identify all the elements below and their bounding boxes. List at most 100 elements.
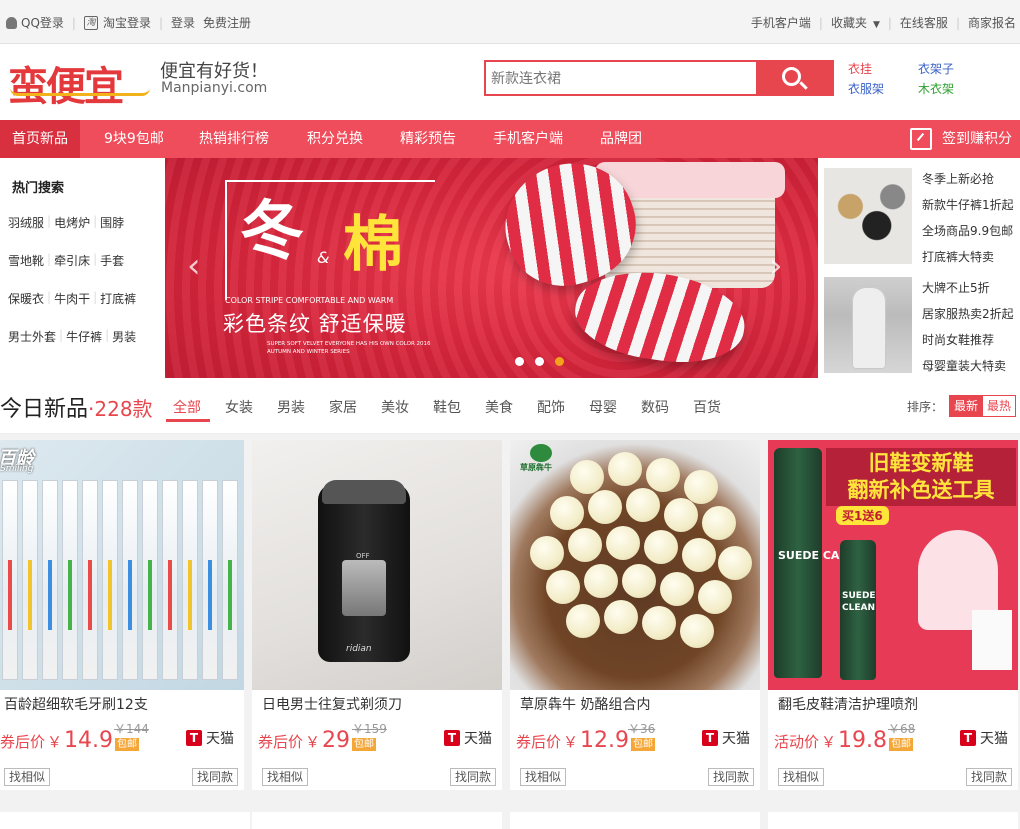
product-name[interactable]: 翻毛皮鞋清洁护理喷剂 <box>778 694 918 714</box>
nav-item-preview[interactable]: 精彩预告 <box>400 120 456 158</box>
banner-dot-active[interactable] <box>555 357 564 366</box>
tab-baby[interactable]: 母婴 <box>589 397 617 417</box>
tmall-icon: T <box>960 730 976 746</box>
site-logo[interactable]: 蛮便宜 <box>8 54 124 112</box>
promo-link[interactable]: 全场商品9.9包邮 <box>922 222 1013 239</box>
tab-women[interactable]: 女装 <box>225 397 253 417</box>
nav-item-points[interactable]: 积分兑换 <box>307 120 363 158</box>
tab-home[interactable]: 家居 <box>329 397 357 417</box>
promo-link[interactable]: 冬季上新必抢 <box>922 170 994 187</box>
merchant-signup-link[interactable]: 商家报名 <box>968 14 1016 31</box>
hot-search-link[interactable]: 围脖 <box>100 214 124 231</box>
top-right-links: 手机客户端 | 收藏夹 ▼ | 在线客服 | 商家报名 <box>750 14 1016 31</box>
tab-food[interactable]: 美食 <box>485 397 513 417</box>
favorites-dropdown[interactable]: 收藏夹 ▼ <box>831 14 880 31</box>
free-shipping-badge: 包邮 <box>352 738 377 751</box>
hot-search-row: 男士外套 | 牛仔裤 | 男装 <box>8 328 137 345</box>
hot-search-link[interactable]: 电烤炉 <box>54 214 90 231</box>
product-name[interactable]: 日电男士往复式剃须刀 <box>262 694 402 714</box>
product-card[interactable]: 百龄 Smiling 百龄超细软毛牙刷12支 ￥144 券后价 ￥ 14.9 包邮 T… <box>0 440 244 790</box>
mobile-client-link[interactable]: 手机客户端 <box>751 14 811 31</box>
promo-link[interactable]: 居家服热卖2折起 <box>922 305 1014 322</box>
promo-link[interactable]: 打底裤大特卖 <box>922 248 994 265</box>
nav-item-ranking[interactable]: 热销排行榜 <box>199 120 269 158</box>
hot-search-title: 热门搜索 <box>12 181 65 196</box>
hotword-item[interactable]: 衣服架 <box>848 79 884 99</box>
tab-men[interactable]: 男装 <box>277 397 305 417</box>
register-link[interactable]: 免费注册 <box>203 14 251 31</box>
product-card[interactable]: OFF ridian 日电男士往复式剃须刀 ￥159 券后价 ￥ 29 包邮 T 天猫 … <box>252 440 502 790</box>
promo-link[interactable]: 母婴童装大特卖 <box>922 357 1006 374</box>
promo-link[interactable]: 新款牛仔裤1折起 <box>922 196 1014 213</box>
nav-item-mobile[interactable]: 手机客户端 <box>493 120 563 158</box>
sort-newest-button[interactable]: 最新 <box>948 395 983 417</box>
find-similar-button[interactable]: 找相似 <box>4 768 51 786</box>
promo-link[interactable]: 时尚女鞋推荐 <box>922 331 994 348</box>
hero-banner[interactable]: 冬 & 棉 COLOR STRIPE COMFORTABLE AND WARM … <box>165 158 818 378</box>
product-name[interactable]: 百龄超细软毛牙刷12支 <box>4 694 148 714</box>
hot-search-link[interactable]: 男士外套 <box>8 328 56 345</box>
promo-panel: 冬季上新必抢 新款牛仔裤1折起 全场商品9.9包邮 打底裤大特卖 大牌不止5折 … <box>818 158 1020 378</box>
promo-link[interactable]: 大牌不止5折 <box>922 279 990 296</box>
promo-image-shoes[interactable] <box>824 168 912 264</box>
nav-item-brand[interactable]: 品牌团 <box>600 120 642 158</box>
find-same-button[interactable]: 找同款 <box>707 768 754 786</box>
product-card[interactable]: 草原犇牛 草原犇牛 奶酪组合内 ￥36 券后价 ￥ 12.9 包邮 T 天猫 找相似 找… <box>510 440 760 790</box>
login-link[interactable]: 登录 <box>171 14 195 31</box>
tab-general[interactable]: 百货 <box>693 397 721 417</box>
product-image[interactable]: 草原犇牛 <box>510 440 760 690</box>
find-same-button[interactable]: 找同款 <box>191 768 238 786</box>
online-service-link[interactable]: 在线客服 <box>900 14 948 31</box>
find-similar-button[interactable]: 找相似 <box>520 768 567 786</box>
hot-search-link[interactable]: 手套 <box>100 252 124 269</box>
search-input[interactable] <box>486 62 758 94</box>
hotword-item[interactable]: 木衣架 <box>918 79 954 99</box>
tab-all[interactable]: 全部 <box>173 397 201 417</box>
hotword-item[interactable]: 衣挂 <box>848 59 872 79</box>
sort-hottest-button[interactable]: 最热 <box>982 395 1016 417</box>
hot-search-link[interactable]: 牛肉干 <box>54 290 90 307</box>
hotword-item[interactable]: 衣架子 <box>918 59 954 79</box>
nav-item-9-9[interactable]: 9块9包邮 <box>104 120 164 158</box>
hot-search-link[interactable]: 雪地靴 <box>8 252 44 269</box>
signin-button[interactable]: 签到赚积分 <box>910 120 1012 158</box>
search-button[interactable] <box>756 60 834 96</box>
product-image-headline: 旧鞋变新鞋 翻新补色送工具 <box>826 448 1016 506</box>
product-card[interactable]: 旧鞋变新鞋 翻新补色送工具 买1送6 SUEDE CARE SUEDE CLEAN… <box>768 440 1018 790</box>
product-image[interactable]: 百龄 Smiling <box>0 440 244 690</box>
product-name[interactable]: 草原犇牛 奶酪组合内 <box>520 694 650 714</box>
qq-login-link[interactable]: QQ登录 <box>6 14 64 31</box>
promo-image-coat[interactable] <box>824 277 912 373</box>
hot-search-link[interactable]: 保暖衣 <box>8 290 44 307</box>
caret-down-icon: ▼ <box>872 20 880 30</box>
banner-pagination <box>515 357 575 366</box>
find-similar-button[interactable]: 找相似 <box>778 768 825 786</box>
free-shipping-badge: 包邮 <box>889 738 914 751</box>
product-image[interactable]: OFF ridian <box>252 440 502 690</box>
qq-icon <box>6 16 17 29</box>
hot-search-link[interactable]: 牵引床 <box>54 252 90 269</box>
main-nav: 首页新品 9块9包邮 热销排行榜 积分兑换 精彩预告 手机客户端 品牌团 签到赚… <box>0 120 1020 158</box>
tab-digital[interactable]: 数码 <box>641 397 669 417</box>
find-similar-button[interactable]: 找相似 <box>262 768 309 786</box>
banner-dot[interactable] <box>535 357 544 366</box>
banner-dot[interactable] <box>515 357 524 366</box>
header: 蛮便宜 便宜有好货！ Manpianyi.com 衣挂 衣架子 衣服架 木衣架 <box>0 44 1020 120</box>
banner-prev-arrow[interactable]: ‹ <box>187 246 201 286</box>
hot-search-row: 羽绒服 | 电烤炉 | 围脖 <box>8 214 125 231</box>
tab-beauty[interactable]: 美妆 <box>381 397 409 417</box>
tab-shoes-bags[interactable]: 鞋包 <box>433 397 461 417</box>
hot-search-link[interactable]: 牛仔裤 <box>66 328 102 345</box>
hot-search-link[interactable]: 打底裤 <box>100 290 136 307</box>
hot-search-link[interactable]: 羽绒服 <box>8 214 44 231</box>
nav-item-home[interactable]: 首页新品 <box>0 120 80 158</box>
hot-search-link[interactable]: 男装 <box>112 328 136 345</box>
product-image[interactable]: 旧鞋变新鞋 翻新补色送工具 买1送6 SUEDE CARE SUEDE CLEAN <box>768 440 1018 690</box>
find-same-button[interactable]: 找同款 <box>449 768 496 786</box>
tab-accessories[interactable]: 配饰 <box>537 397 565 417</box>
product-price: 券后价 ￥ 14.9 包邮 <box>0 728 140 753</box>
taobao-login-link[interactable]: 淘淘宝登录 <box>83 14 151 31</box>
tmall-icon: T <box>186 730 202 746</box>
find-same-button[interactable]: 找同款 <box>965 768 1012 786</box>
banner-next-arrow[interactable]: › <box>769 246 783 286</box>
